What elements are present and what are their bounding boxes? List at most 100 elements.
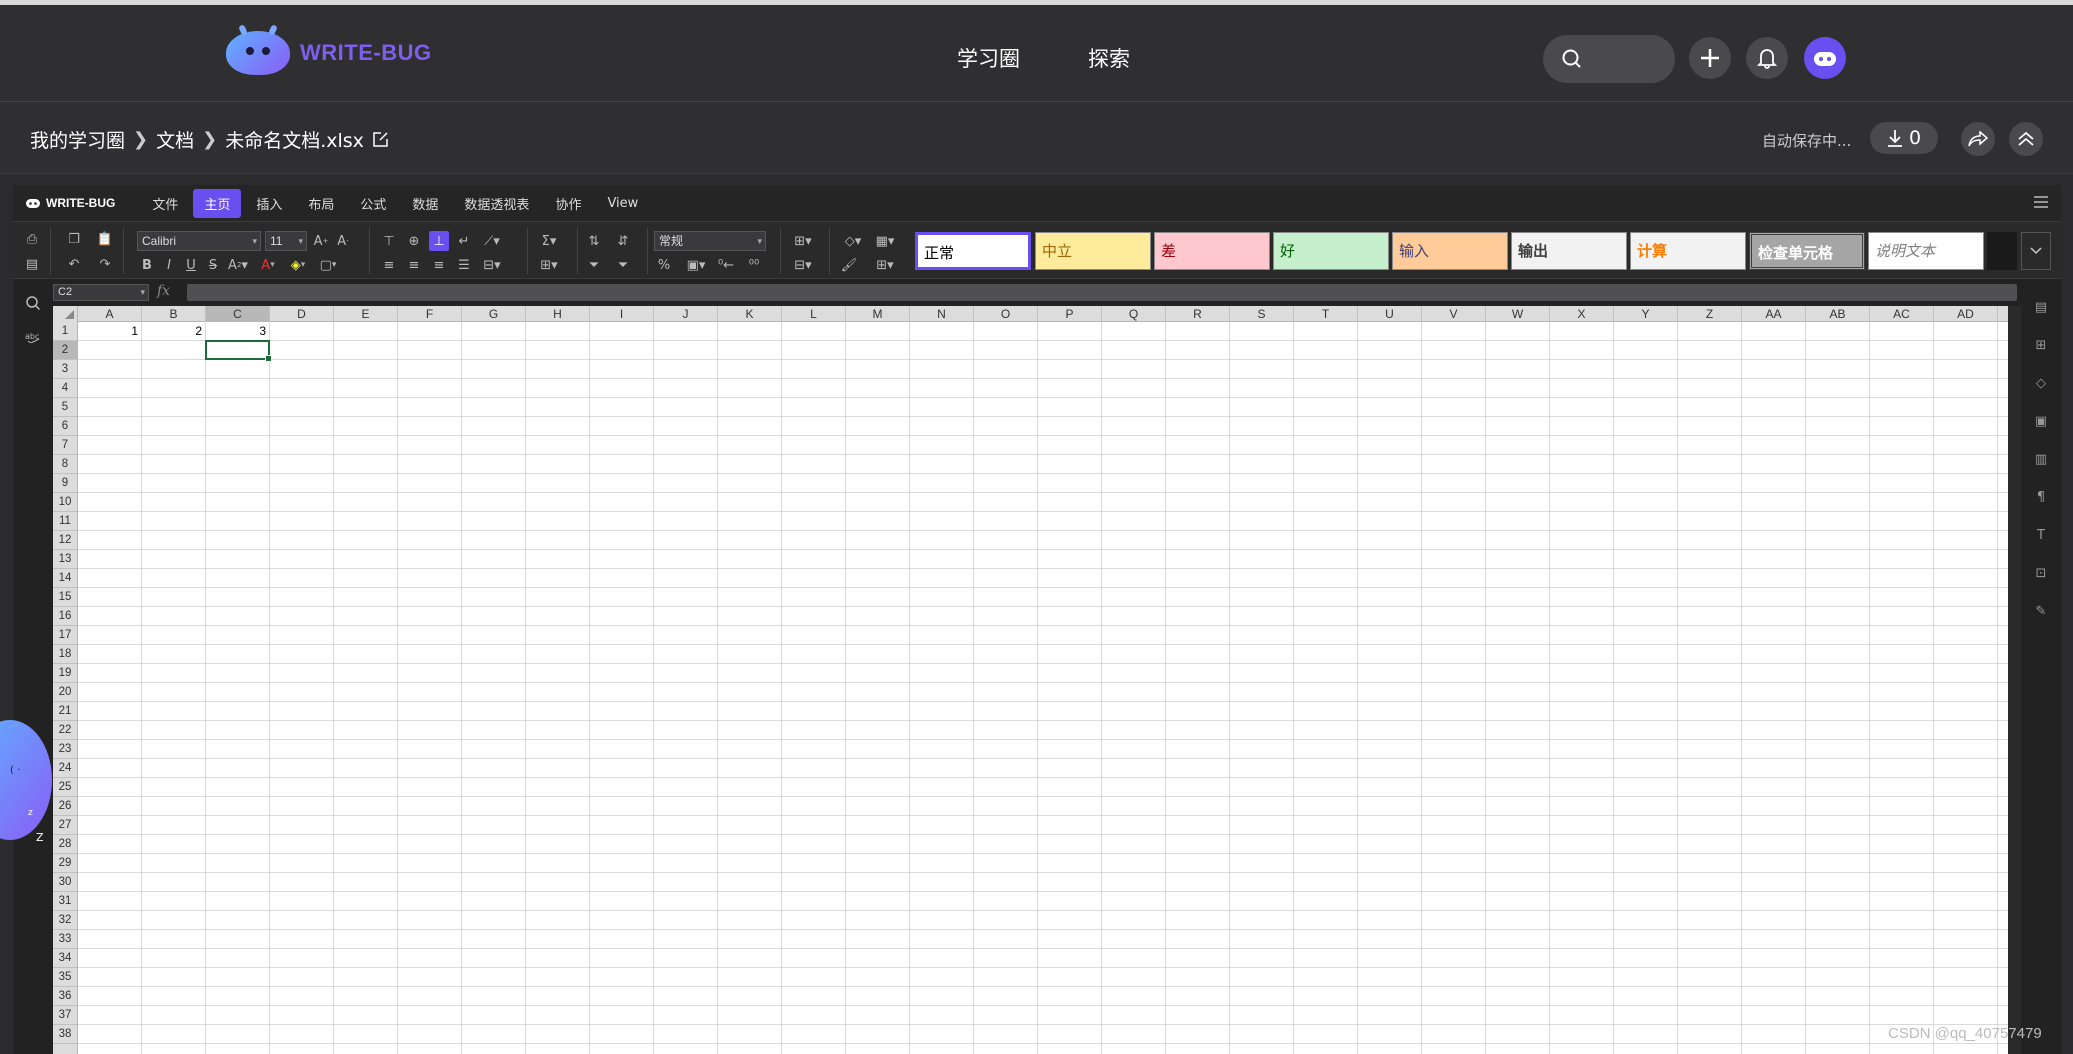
row-header-7[interactable]: 7 [53, 436, 77, 455]
cell-area[interactable]: 123 [78, 322, 2021, 1054]
column-header-n[interactable]: N [910, 306, 974, 322]
underline-icon[interactable]: U [181, 255, 201, 275]
row-header-18[interactable]: 18 [53, 645, 77, 664]
filter-icon[interactable]: ⏷ [584, 255, 604, 275]
sort-ascending-icon[interactable]: ⇅ [584, 231, 604, 251]
cell-c1[interactable]: 3 [206, 322, 266, 341]
wrap-text-icon[interactable]: ↵ [454, 231, 474, 251]
merge-cells-icon[interactable]: ⊟▾ [479, 255, 505, 275]
row-header-29[interactable]: 29 [53, 854, 77, 873]
menu-tab-layout[interactable]: 布局 [297, 189, 345, 218]
row-header-3[interactable]: 3 [53, 360, 77, 379]
row-header-1[interactable]: 1 [53, 322, 77, 341]
align-middle-icon[interactable]: ⊕ [404, 231, 424, 251]
spellcheck-icon[interactable]: abc [25, 331, 41, 343]
fill-color-icon[interactable]: ◈ ▾ [285, 255, 311, 275]
undo-icon[interactable]: ↶ [64, 254, 84, 274]
row-header-28[interactable]: 28 [53, 835, 77, 854]
copy-icon[interactable]: ❐ [64, 229, 84, 249]
italic-icon[interactable]: I [159, 255, 179, 275]
row-header-35[interactable]: 35 [53, 968, 77, 987]
row-header-21[interactable]: 21 [53, 702, 77, 721]
column-header-t[interactable]: T [1294, 306, 1358, 322]
column-header-c[interactable]: C [206, 306, 270, 322]
column-header-h[interactable]: H [526, 306, 590, 322]
column-header-g[interactable]: G [462, 306, 526, 322]
number-format-select[interactable]: 常规 ▾ [654, 231, 766, 251]
nav-link-study-circle[interactable]: 学习圈 [957, 43, 1020, 73]
decrease-font-icon[interactable]: A- [333, 231, 353, 251]
pivot-settings-icon[interactable]: ⊡ [2033, 565, 2049, 581]
row-header-37[interactable]: 37 [53, 1006, 77, 1025]
column-header-v[interactable]: V [1422, 306, 1486, 322]
clear-filter-icon[interactable]: ⏷ [613, 255, 633, 275]
notifications-button[interactable] [1746, 37, 1788, 79]
text-orientation-icon[interactable]: ⟋▾ [479, 231, 505, 251]
row-header-2[interactable]: 2 [53, 341, 77, 360]
column-header-ab[interactable]: AB [1806, 306, 1870, 322]
row-header-15[interactable]: 15 [53, 588, 77, 607]
column-header-e[interactable]: E [334, 306, 398, 322]
increase-font-icon[interactable]: A + [311, 231, 331, 251]
row-header-24[interactable]: 24 [53, 759, 77, 778]
row-header-8[interactable]: 8 [53, 455, 77, 474]
cell-settings-icon[interactable]: ▤ [2033, 299, 2049, 315]
menu-tab-collaborate[interactable]: 协作 [544, 189, 592, 218]
row-header-4[interactable]: 4 [53, 379, 77, 398]
conditional-format-icon[interactable]: ▦▾ [871, 231, 899, 251]
increase-decimal-icon[interactable]: ⁰⁰ [743, 255, 765, 275]
column-header-x[interactable]: X [1550, 306, 1614, 322]
column-header-b[interactable]: B [142, 306, 206, 322]
menu-tab-view[interactable]: View [596, 191, 649, 216]
save-icon[interactable]: ▤ [22, 254, 42, 274]
select-all-corner[interactable] [53, 306, 78, 322]
search-icon[interactable] [25, 295, 41, 311]
table-settings-icon[interactable]: ⊞ [2033, 337, 2049, 353]
formula-input[interactable] [187, 284, 2017, 301]
column-header-i[interactable]: I [590, 306, 654, 322]
currency-icon[interactable]: ▣▾ [682, 255, 710, 275]
column-header-q[interactable]: Q [1102, 306, 1166, 322]
column-header-s[interactable]: S [1230, 306, 1294, 322]
strikethrough-icon[interactable]: S [203, 255, 223, 275]
signature-settings-icon[interactable]: ✎ [2033, 603, 2049, 619]
column-header-ad[interactable]: AD [1934, 306, 1998, 322]
row-header-16[interactable]: 16 [53, 607, 77, 626]
clear-icon[interactable]: ◇▾ [839, 231, 867, 251]
column-header-o[interactable]: O [974, 306, 1038, 322]
row-header-38[interactable]: 38 [53, 1025, 77, 1044]
row-header-34[interactable]: 34 [53, 949, 77, 968]
row-header-9[interactable]: 9 [53, 474, 77, 493]
menu-tab-data[interactable]: 数据 [401, 189, 449, 218]
cell-style-neutral[interactable]: 中立 [1035, 232, 1151, 270]
column-header-y[interactable]: Y [1614, 306, 1678, 322]
row-header-20[interactable]: 20 [53, 683, 77, 702]
column-header-w[interactable]: W [1486, 306, 1550, 322]
format-painter-icon[interactable]: 🖌 [839, 255, 859, 275]
column-header-d[interactable]: D [270, 306, 334, 322]
site-logo[interactable]: WRITE-BUG [226, 29, 432, 77]
menu-tab-pivot-table[interactable]: 数据透视表 [453, 189, 540, 218]
floating-mascot-icon[interactable]: ( · z Z [0, 715, 56, 845]
row-header-17[interactable]: 17 [53, 626, 77, 645]
row-header-36[interactable]: 36 [53, 987, 77, 1006]
row-header-5[interactable]: 5 [53, 398, 77, 417]
nav-link-explore[interactable]: 探索 [1088, 43, 1130, 73]
breadcrumb-documents[interactable]: 文档 [156, 126, 194, 153]
row-header-10[interactable]: 10 [53, 493, 77, 512]
breadcrumb-my-circle[interactable]: 我的学习圈 [30, 126, 125, 153]
row-header-32[interactable]: 32 [53, 911, 77, 930]
menu-tab-insert[interactable]: 插入 [245, 189, 293, 218]
column-header-u[interactable]: U [1358, 306, 1422, 322]
column-header-j[interactable]: J [654, 306, 718, 322]
active-cell-selection[interactable] [205, 340, 272, 362]
column-header-f[interactable]: F [398, 306, 462, 322]
cell-style-good[interactable]: 好 [1273, 232, 1389, 270]
row-header-26[interactable]: 26 [53, 797, 77, 816]
align-right-icon[interactable]: ≡ [429, 255, 449, 275]
align-bottom-icon[interactable]: ⊥ [429, 231, 449, 251]
align-left-icon[interactable]: ≡ [379, 255, 399, 275]
decrease-decimal-icon[interactable]: ⁰← [715, 255, 737, 275]
font-size-select[interactable]: 11 ▾ [265, 231, 307, 251]
bold-icon[interactable]: B [137, 255, 157, 275]
